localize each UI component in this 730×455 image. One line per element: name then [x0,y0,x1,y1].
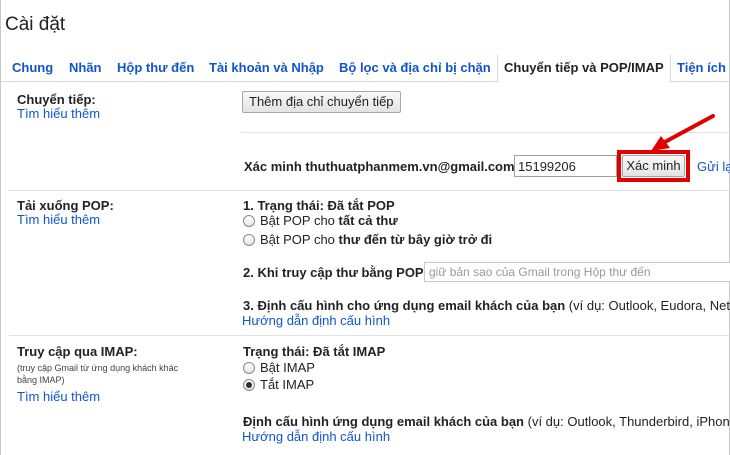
tab-inbox[interactable]: Hộp thư đến [117,60,194,75]
pop-status: 1. Trạng thái: Đã tắt POP [243,198,395,213]
imap-sublabel: (truy cập Gmail từ ứng dụng khách khác b… [17,363,179,385]
tab-general[interactable]: Chung [12,60,53,75]
add-forwarding-address-button[interactable]: Thêm địa chỉ chuyển tiếp [242,91,401,113]
pop-config-instructions-link[interactable]: Hướng dẫn định cấu hình [242,313,390,328]
pop-new-radio[interactable] [243,234,255,246]
verification-code-input[interactable] [514,155,617,177]
imap-on-radio[interactable] [243,362,255,374]
pop-option-all[interactable]: Bật POP cho tất cả thư [243,213,398,228]
imap-option-off[interactable]: Tắt IMAP [243,377,314,392]
pop-access-label: 2. Khi truy cập thư bằng POP [243,265,424,280]
imap-config-instructions-link[interactable]: Hướng dẫn định cấu hình [242,429,390,444]
imap-learn-more-link[interactable]: Tìm hiểu thêm [17,389,100,404]
pop-config-line: 3. Định cấu hình cho ứng dụng email khác… [243,298,730,313]
pop-all-radio[interactable] [243,215,255,227]
settings-tabs: Chung Nhãn Hộp thư đến Tài khoản và Nhập… [1,55,730,82]
verify-email-label: Xác minh thuthuatphanmem.vn@gmail.com [244,159,515,174]
imap-label: Truy cập qua IMAP: [17,344,138,359]
tab-labels[interactable]: Nhãn [69,60,102,75]
tab-addons[interactable]: Tiện ích [677,60,726,75]
pop-access-select[interactable]: giữ bản sao của Gmail trong Hộp thư đến [424,262,730,282]
imap-off-radio[interactable] [243,379,255,391]
tab-accounts-import[interactable]: Tài khoản và Nhập [209,60,324,75]
resend-link[interactable]: Gửi lại [697,159,730,174]
tab-filters[interactable]: Bộ lọc và địa chỉ bị chặn [339,60,491,75]
red-arrow-icon [651,114,715,151]
imap-status: Trạng thái: Đã tắt IMAP [243,344,386,359]
imap-config-line: Định cấu hình ứng dụng email khách của b… [243,414,730,429]
pop-label: Tải xuống POP: [17,198,114,213]
forwarding-learn-more-link[interactable]: Tìm hiểu thêm [17,106,100,121]
pop-option-new[interactable]: Bật POP cho thư đến từ bây giờ trở đi [243,232,492,247]
imap-option-on[interactable]: Bật IMAP [243,360,315,375]
verify-button[interactable]: Xác minh [622,155,685,177]
forwarding-label: Chuyển tiếp: [17,92,96,107]
section-divider-imap [9,335,730,336]
tab-forwarding-pop-imap[interactable]: Chuyển tiếp và POP/IMAP [497,55,671,82]
pop-learn-more-link[interactable]: Tìm hiểu thêm [17,212,100,227]
page-title: Cài đặt [5,14,66,35]
section-divider-pop [9,190,730,191]
